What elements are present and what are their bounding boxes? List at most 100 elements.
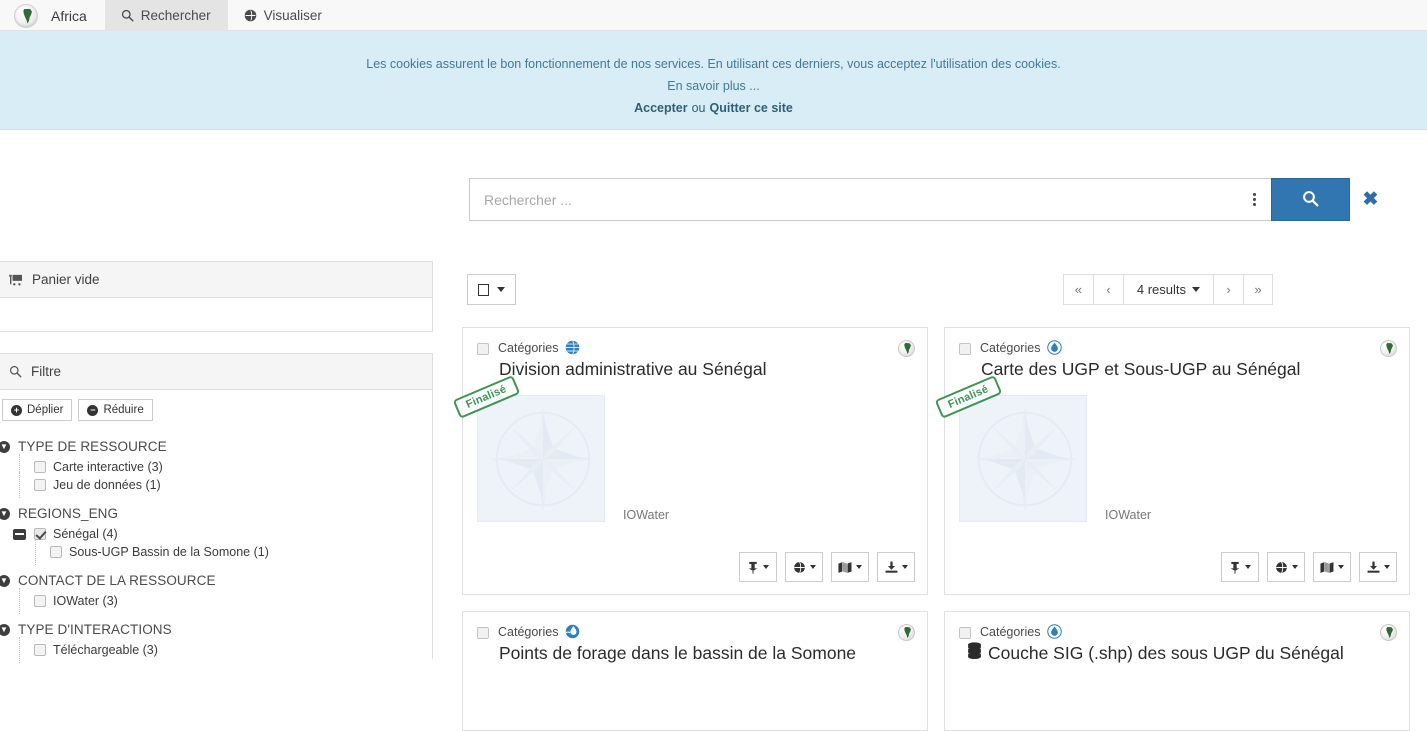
pin-action-button[interactable] (739, 552, 777, 582)
cookie-learn-more-link[interactable]: En savoir plus ... (0, 75, 1427, 97)
facet-checkbox[interactable] (50, 546, 62, 558)
tree-guide (19, 637, 20, 663)
card-category[interactable]: Catégories (498, 624, 580, 639)
chevron-down-icon (1383, 565, 1390, 569)
result-card[interactable]: Catégories Couche SIG (.shp) des sous UG… (944, 611, 1410, 731)
brand-home-link[interactable]: Africa (0, 0, 105, 31)
download-action-button[interactable] (877, 552, 915, 582)
card-category-label: Catégories (498, 340, 559, 355)
pager-next-button[interactable]: › (1213, 274, 1243, 305)
card-select-checkbox[interactable] (477, 627, 489, 639)
expand-all-label: Déplier (27, 404, 64, 416)
chevron-down-icon (1192, 287, 1200, 292)
facet-item[interactable]: Sénégal (4) (0, 525, 432, 543)
sidebar: Panier vide Filtre + Déplier − Réduire ▼ (0, 261, 433, 663)
chevron-down-icon (1245, 565, 1251, 569)
facet-checkbox[interactable] (34, 595, 46, 607)
card-thumbnail[interactable] (959, 395, 1087, 522)
facet-item-list: Sénégal (4) Sous-UGP Bassin de la Somone… (0, 525, 432, 565)
facet-checkbox[interactable] (34, 479, 46, 491)
card-actions (1221, 552, 1397, 582)
search-icon (9, 365, 22, 378)
map-action-button[interactable] (1313, 552, 1351, 582)
card-title[interactable]: Couche SIG (.shp) des sous UGP du Sénéga… (945, 639, 1409, 665)
map-icon (838, 561, 852, 574)
tab-visualiser[interactable]: Visualiser (228, 0, 339, 31)
card-select-checkbox[interactable] (959, 627, 971, 639)
card-category-label: Catégories (980, 340, 1041, 355)
card-title[interactable]: Carte des UGP et Sous-UGP au Sénégal (945, 355, 1409, 381)
facet-title-label: TYPE D'INTERACTIONS (18, 622, 172, 637)
pin-action-button[interactable] (1221, 552, 1259, 582)
facet-header[interactable]: ▼ CONTACT DE LA RESSOURCE (0, 573, 432, 588)
globe-action-button[interactable] (785, 552, 823, 582)
pager-last-button[interactable]: » (1243, 274, 1273, 305)
chevron-down-icon (497, 287, 505, 292)
select-all-dropdown[interactable] (467, 274, 516, 305)
search-submit-button[interactable] (1271, 178, 1350, 221)
card-category[interactable]: Catégories (498, 340, 580, 355)
filter-panel-header[interactable]: Filtre (0, 354, 432, 390)
card-thumbnail[interactable] (477, 395, 605, 522)
pager-prev-button[interactable]: ‹ (1092, 274, 1123, 305)
card-title-text: Points de forage dans le bassin de la So… (499, 643, 857, 663)
card-owner: IOWater (1105, 508, 1152, 522)
minus-icon: − (87, 404, 99, 416)
tree-guide (35, 539, 36, 565)
globe-action-button[interactable] (1267, 552, 1305, 582)
search-input[interactable] (469, 178, 1237, 221)
facet-item[interactable]: IOWater (3) (0, 588, 432, 614)
pin-icon (1229, 561, 1241, 574)
facet-item[interactable]: Téléchargeable (3) (0, 637, 432, 663)
facet-title-label: TYPE DE RESSOURCE (18, 439, 167, 454)
pager-results-count-dropdown[interactable]: 4 results (1122, 274, 1213, 305)
collapse-all-button[interactable]: − Réduire (78, 399, 153, 421)
card-select-checkbox[interactable] (959, 343, 971, 355)
pager-first-button[interactable]: « (1062, 274, 1093, 305)
map-action-button[interactable] (831, 552, 869, 582)
card-title-text: Division administrative au Sénégal (499, 359, 767, 379)
cookie-accept-button[interactable]: Accepter (634, 101, 688, 115)
facet-item-list: IOWater (3) (0, 588, 432, 614)
tree-collapse-icon[interactable] (13, 529, 26, 540)
facet-item-label: Carte interactive (3) (53, 460, 163, 474)
facet-item[interactable]: Carte interactive (3) (0, 454, 432, 480)
facet-type-d-interactions: ▼ TYPE D'INTERACTIONS Téléchargeable (3) (0, 622, 432, 663)
card-title[interactable]: Division administrative au Sénégal (463, 355, 927, 381)
card-category[interactable]: Catégories (980, 624, 1063, 639)
facet-title-label: REGIONS_ENG (18, 506, 119, 521)
facet-checkbox[interactable] (34, 461, 46, 473)
facet-item[interactable]: Sous-UGP Bassin de la Somone (1) (0, 539, 432, 565)
water-globe-icon (565, 624, 580, 639)
card-thumbnail-area: Finalisé IOWater (934, 375, 1409, 522)
cookie-quit-button[interactable]: Quitter ce site (710, 101, 793, 115)
facet-checkbox[interactable] (34, 644, 46, 656)
globe-blue-icon (565, 340, 580, 355)
checkbox-icon (478, 283, 489, 296)
facet-header[interactable]: ▼ TYPE DE RESSOURCE (0, 439, 432, 454)
map-icon (1320, 561, 1334, 574)
facet-item-label: Sous-UGP Bassin de la Somone (1) (69, 545, 269, 559)
card-title[interactable]: Points de forage dans le bassin de la So… (463, 639, 927, 665)
facet-header[interactable]: ▼ REGIONS_ENG (0, 506, 432, 521)
africa-globe-icon (898, 624, 915, 641)
facet-header[interactable]: ▼ TYPE D'INTERACTIONS (0, 622, 432, 637)
search-options-button[interactable] (1237, 178, 1271, 221)
chevron-down-icon (1338, 565, 1344, 569)
chevron-down-icon: ▼ (0, 574, 10, 587)
result-card[interactable]: Catégories Division administrative au Sé… (452, 327, 928, 595)
result-card[interactable]: Catégories Carte des UGP et Sous-UGP au … (934, 327, 1410, 595)
result-card[interactable]: Catégories Points de forage dans le bass… (462, 611, 928, 731)
card-category[interactable]: Catégories (980, 340, 1063, 355)
download-action-button[interactable] (1359, 552, 1397, 582)
facet-item[interactable]: Jeu de données (1) (0, 472, 432, 498)
facet-item-label: Jeu de données (1) (53, 478, 161, 492)
chevron-down-icon: ▼ (0, 440, 10, 453)
basket-panel-body (0, 298, 432, 331)
tab-rechercher[interactable]: Rechercher (104, 0, 228, 31)
expand-all-button[interactable]: + Déplier (2, 399, 73, 421)
close-icon[interactable]: ✖ (1350, 178, 1391, 221)
basket-panel-header[interactable]: Panier vide (0, 262, 432, 298)
card-select-checkbox[interactable] (477, 343, 489, 355)
results-toolbar: « ‹ 4 results › » (467, 274, 1273, 308)
